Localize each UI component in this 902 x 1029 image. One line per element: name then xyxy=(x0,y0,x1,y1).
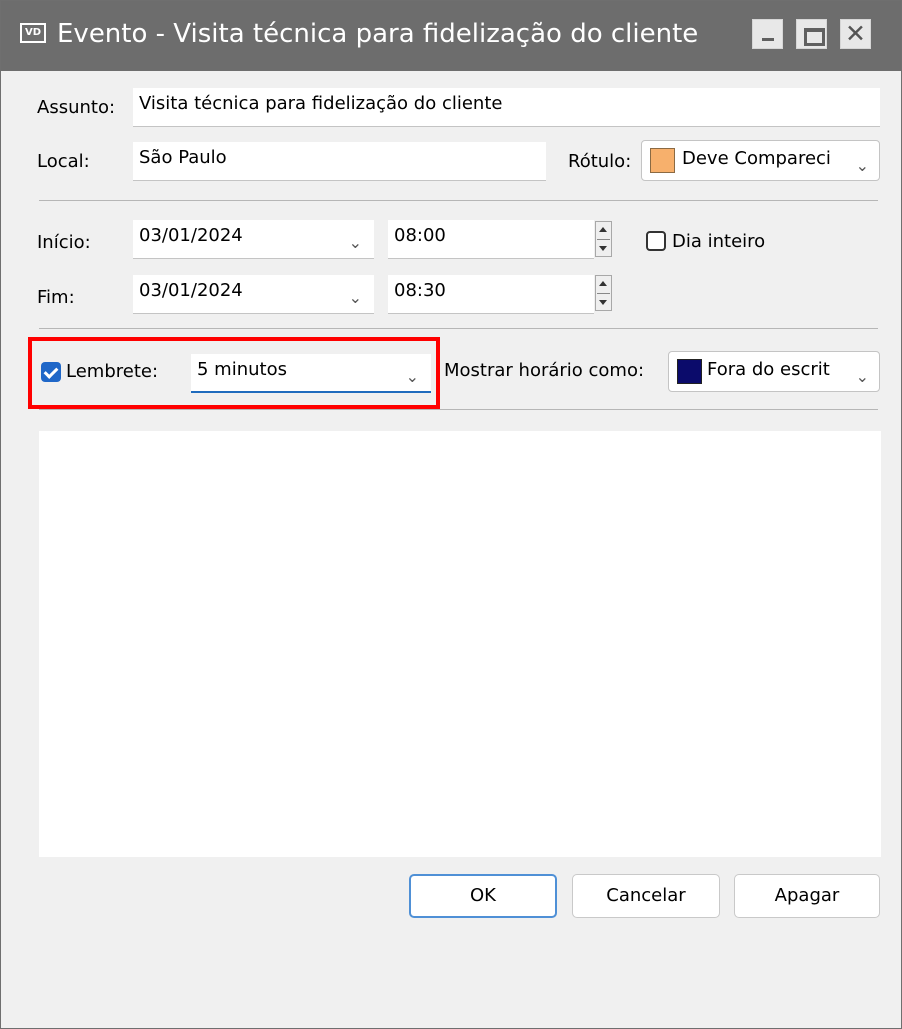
end-label: Fim: xyxy=(37,287,75,308)
section-divider xyxy=(39,409,878,410)
end-time-value: 08:30 xyxy=(394,280,446,301)
start-date-value: 03/01/2024 xyxy=(139,225,243,246)
end-date-value: 03/01/2024 xyxy=(139,280,243,301)
start-label: Início: xyxy=(37,232,91,253)
notes-area[interactable] xyxy=(39,431,881,857)
reminder-select[interactable]: 5 minutos ⌄ xyxy=(191,354,431,393)
label-field-label: Rótulo: xyxy=(568,151,632,172)
chevron-down-icon: ⌄ xyxy=(348,233,362,252)
label-select-value: Deve Compareci xyxy=(682,148,831,169)
start-time-spinner[interactable] xyxy=(595,221,612,257)
event-window: VD Evento - Visita técnica para fideliza… xyxy=(0,0,902,1029)
end-time-input[interactable]: 08:30 xyxy=(388,275,594,314)
chevron-down-icon: ⌄ xyxy=(855,156,869,175)
end-time-spinner[interactable] xyxy=(595,275,612,311)
start-time-input[interactable]: 08:00 xyxy=(388,220,594,259)
location-value: São Paulo xyxy=(139,147,227,168)
label-select[interactable]: Deve Compareci ⌄ xyxy=(641,140,880,181)
section-divider xyxy=(39,328,878,329)
chevron-down-icon: ⌄ xyxy=(405,367,419,386)
title-bar[interactable]: VD Evento - Visita técnica para fideliza… xyxy=(1,1,901,71)
cancel-button[interactable]: Cancelar xyxy=(572,874,720,918)
chevron-down-icon: ⌄ xyxy=(855,367,869,386)
all-day-label[interactable]: Dia inteiro xyxy=(672,231,765,252)
reminder-checkbox[interactable] xyxy=(41,362,61,382)
all-day-checkbox[interactable] xyxy=(646,231,666,251)
availability-color-swatch xyxy=(677,359,702,384)
subject-value: Visita técnica para fidelização do clien… xyxy=(139,93,503,114)
close-button[interactable]: ✕ xyxy=(840,19,871,49)
section-divider xyxy=(39,200,878,201)
window-title: Evento - Visita técnica para fidelização… xyxy=(57,19,699,49)
show-time-value: Fora do escrit xyxy=(707,359,830,380)
maximize-button[interactable] xyxy=(796,19,827,49)
start-time-value: 08:00 xyxy=(394,225,446,246)
reminder-value: 5 minutos xyxy=(197,359,287,380)
chevron-down-icon: ⌄ xyxy=(348,288,362,307)
reminder-label[interactable]: Lembrete: xyxy=(66,361,158,382)
minimize-button[interactable] xyxy=(752,19,783,49)
show-time-label: Mostrar horário como: xyxy=(444,360,645,381)
location-input[interactable]: São Paulo xyxy=(133,142,546,181)
subject-label: Assunto: xyxy=(37,97,116,118)
location-label: Local: xyxy=(37,151,90,172)
ok-button[interactable]: OK xyxy=(409,874,557,918)
start-date-picker[interactable]: 03/01/2024 ⌄ xyxy=(133,220,374,259)
label-color-swatch xyxy=(650,148,675,173)
show-time-select[interactable]: Fora do escrit ⌄ xyxy=(668,351,880,392)
app-icon: VD xyxy=(20,23,46,43)
delete-button[interactable]: Apagar xyxy=(734,874,880,918)
subject-input[interactable]: Visita técnica para fidelização do clien… xyxy=(133,88,880,127)
end-date-picker[interactable]: 03/01/2024 ⌄ xyxy=(133,275,374,314)
